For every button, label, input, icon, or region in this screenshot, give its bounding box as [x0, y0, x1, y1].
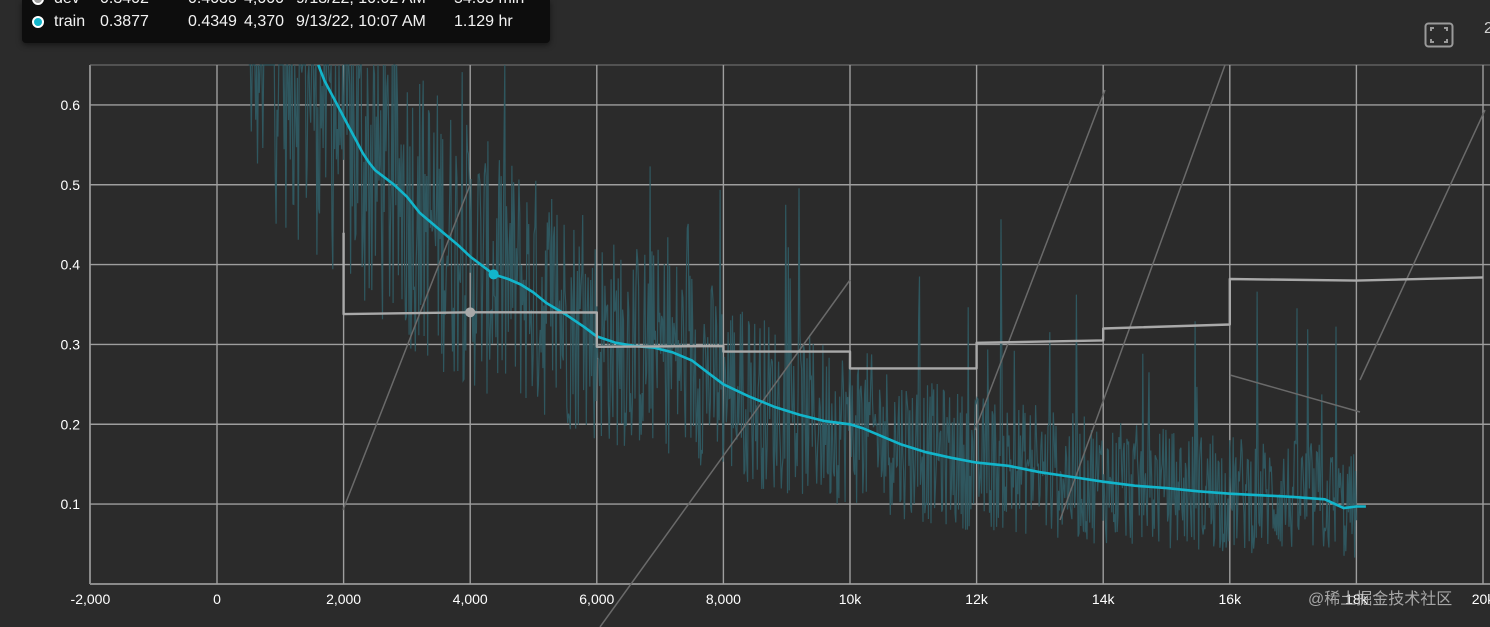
x-tick-label: 0	[213, 591, 221, 607]
loss-chart[interactable]: 0.1 0.2 0.3 0.4 0.5 0.6 -2,000 0 2,000 4,000 6,000…	[0, 0, 1490, 627]
tooltip-step: 4,370	[244, 13, 285, 30]
y-tick-label: 0.6	[61, 97, 81, 113]
y-tick-label: 0.4	[61, 257, 81, 273]
tooltip-row-dev: dev 0.3402 0.4035 4,000 9/13/22, 10:02 A…	[32, 0, 534, 10]
y-tick-label: 0.2	[61, 416, 81, 432]
tooltip-value: 0.4035	[188, 0, 244, 8]
y-tick-label: 0.1	[61, 496, 81, 512]
tooltip-series-name: dev	[54, 0, 100, 8]
x-tick-label: 20k	[1472, 591, 1490, 607]
tooltip-time: 9/13/22, 10:07 AM	[296, 13, 426, 30]
y-tick-label: 0.5	[61, 177, 81, 193]
ghost-line	[974, 89, 1106, 431]
tooltip-value: 0.4349	[188, 13, 237, 30]
hover-tooltip: dev 0.3402 0.4035 4,000 9/13/22, 10:02 A…	[22, 0, 550, 43]
edge-glyph: 2	[1484, 20, 1490, 37]
tooltip-smoothed: 0.3402	[100, 0, 188, 8]
x-tick-label: 6,000	[579, 591, 614, 607]
tooltip-step: 4,000	[244, 0, 296, 8]
x-tick-label: -2,000	[71, 591, 111, 607]
ghost-line	[1229, 374, 1361, 413]
train-color-dot	[32, 16, 44, 28]
tooltip-series-name: train	[54, 13, 86, 30]
dev-color-dot	[32, 0, 44, 5]
x-tick-label: 2,000	[326, 591, 361, 607]
x-tick-label: 12k	[965, 591, 989, 607]
x-tick-label: 8,000	[706, 591, 741, 607]
y-tick-label: 0.3	[61, 336, 81, 352]
train-raw-line	[248, 64, 1357, 558]
tooltip-time: 9/13/22, 10:02 AM	[296, 0, 454, 8]
train-hover-marker	[488, 269, 499, 280]
tooltip-relative: 1.129 hr	[454, 13, 513, 30]
tooltip-relative: 54.05 min	[454, 0, 534, 8]
fit-to-screen-icon[interactable]	[1424, 22, 1454, 48]
x-tick-label: 16k	[1219, 591, 1243, 607]
train-raw-series	[248, 64, 1357, 558]
train-series-line	[317, 64, 1366, 510]
ghost-lines	[342, 64, 1486, 627]
x-tick-label: 4,000	[453, 591, 488, 607]
tooltip-row-train: train 0.3877 0.4349 4,370 9/13/22, 10:07…	[32, 11, 534, 33]
x-tick-label: 14k	[1092, 591, 1116, 607]
ghost-line	[1359, 109, 1486, 381]
dev-hover-marker	[465, 307, 476, 318]
watermark: @稀土掘金技术社区	[1308, 591, 1453, 608]
tooltip-smoothed: 0.3877	[100, 13, 149, 30]
ghost-line	[599, 279, 851, 627]
x-tick-label: 10k	[839, 591, 863, 607]
